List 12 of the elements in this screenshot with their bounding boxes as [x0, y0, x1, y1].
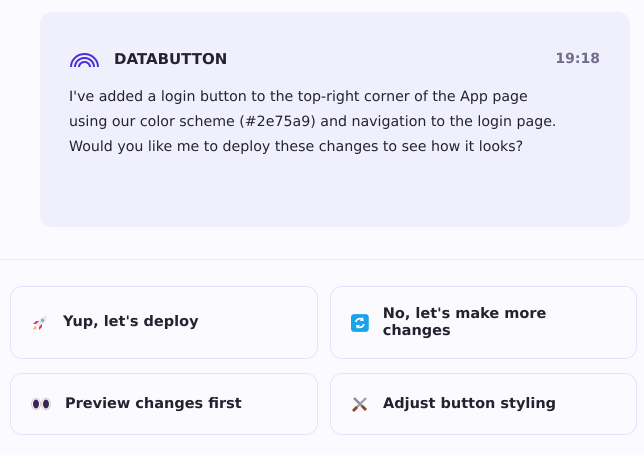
message-time: 19:18	[555, 51, 600, 67]
suggestion-button[interactable]: Yup, let's deploy	[10, 286, 318, 359]
eyes-icon	[31, 397, 51, 411]
rainbow-logo-icon	[69, 52, 100, 66]
suggestion-button[interactable]: No, let's make more changes	[330, 286, 637, 359]
suggestion-button[interactable]: Preview changes first	[10, 373, 318, 435]
refresh-icon	[351, 314, 369, 332]
suggestion-button[interactable]: Adjust button styling	[330, 373, 637, 435]
message-text: I've added a login button to the top-right corner of the App page using our color scheme (#2e75a9) and navigation to the login page. Would you like me to deploy these changes to see how it looks?	[69, 88, 558, 157]
rocket-icon	[31, 314, 49, 332]
sender-name: DATABUTTON	[114, 50, 228, 68]
tools-icon	[351, 395, 369, 413]
